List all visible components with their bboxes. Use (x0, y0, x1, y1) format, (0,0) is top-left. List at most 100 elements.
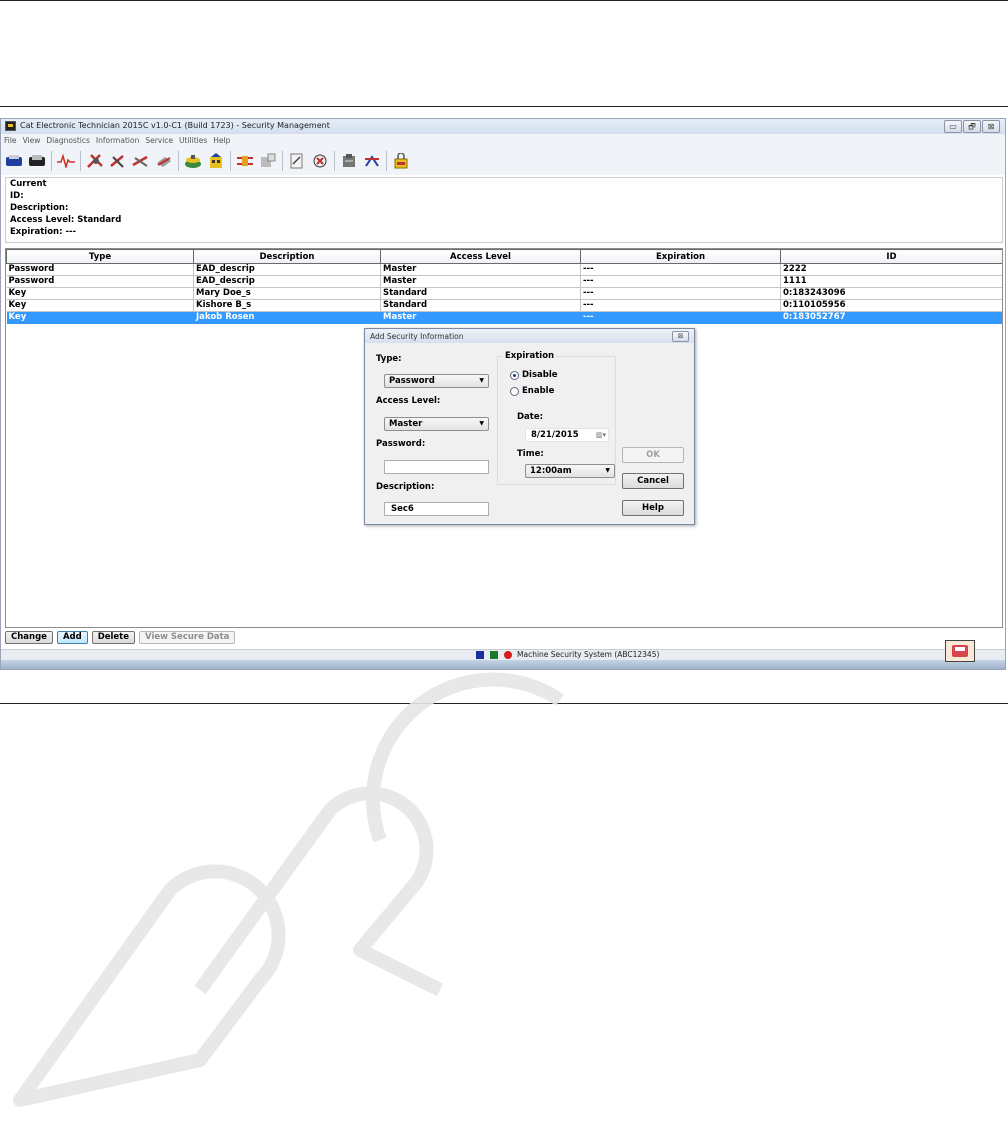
column-header-access-level[interactable]: Access Level (380, 249, 581, 264)
type-select[interactable]: Password ▼ (384, 374, 489, 388)
cell-access-level: Standard (380, 299, 581, 312)
current-expiration: Expiration: --- (10, 227, 77, 237)
menu-diagnostics[interactable]: Diagnostics (46, 136, 90, 145)
current-heading: Current (10, 179, 47, 189)
password-field[interactable] (384, 460, 489, 474)
description-field[interactable]: Sec6 (384, 502, 489, 516)
report-icon[interactable] (288, 152, 306, 170)
cancel-button[interactable]: Cancel (622, 473, 684, 489)
table-row[interactable]: Key Kishore B_s Standard --- 0:110105956 (6, 299, 1002, 312)
table-row-selected[interactable]: Key Jakob Rosen Master --- 0:183052767 (6, 311, 1002, 324)
copy-configuration-icon[interactable] (363, 152, 381, 170)
change-button[interactable]: Change (5, 631, 53, 644)
dialog-close-button[interactable]: ⊠ (672, 331, 689, 342)
column-header-id[interactable]: ID (780, 249, 1002, 264)
cell-description: Jakob Rosen (193, 311, 381, 324)
cell-description: Mary Doe_s (193, 287, 381, 300)
minimize-button[interactable]: ▭ (944, 120, 962, 133)
add-security-dialog: Add Security Information ⊠ Type: Passwor… (364, 328, 695, 525)
menu-help[interactable]: Help (213, 136, 230, 145)
status-green-icon (490, 651, 498, 659)
cell-type: Key (6, 299, 194, 312)
access-level-select[interactable]: Master ▼ (384, 417, 489, 431)
cell-type: Password (6, 263, 194, 276)
restore-button[interactable]: 🗗 (963, 120, 981, 133)
status-blue-icon (476, 651, 484, 659)
status-bar: Machine Security System (ABC12345) (1, 649, 1005, 660)
close-button[interactable]: ⊠ (982, 120, 1000, 133)
save-icon[interactable] (945, 640, 975, 662)
configuration-icon[interactable] (207, 152, 225, 170)
toolbar-separator (51, 151, 52, 171)
service-program-icon[interactable] (259, 152, 277, 170)
event-codes-icon[interactable] (109, 152, 127, 170)
cell-id: 0:183052767 (780, 311, 1002, 324)
cell-expiration: --- (580, 275, 781, 288)
menu-utilities[interactable]: Utilities (179, 136, 207, 145)
top-rule (0, 0, 1008, 1)
table-row[interactable]: Key Mary Doe_s Standard --- 0:183243096 (6, 287, 1002, 300)
disconnect-icon[interactable] (28, 152, 46, 170)
toolbar-separator (230, 151, 231, 171)
help-button[interactable]: Help (622, 500, 684, 516)
enable-radio[interactable]: Enable (510, 386, 554, 396)
description-label: Description: (376, 482, 435, 492)
add-button[interactable]: Add (56, 631, 88, 644)
disable-radio-label: Disable (522, 370, 558, 380)
flash-icon[interactable] (311, 152, 329, 170)
table-header: Type Description Access Level Expiration… (6, 249, 1002, 264)
type-label: Type: (376, 354, 402, 364)
menu-service[interactable]: Service (145, 136, 173, 145)
password-label: Password: (376, 439, 426, 449)
app-window: Cat Electronic Technician 2015C v1.0-C1 … (0, 118, 1006, 670)
column-header-expiration[interactable]: Expiration (580, 249, 781, 264)
dialog-title-bar: Add Security Information ⊠ (365, 329, 694, 343)
waveform-icon[interactable] (57, 152, 75, 170)
upper-rule (0, 106, 1008, 107)
radio-selected-icon (510, 370, 519, 380)
dialog-title: Add Security Information (370, 332, 464, 341)
date-picker[interactable]: 8/21/2015 ▥▾ (525, 428, 609, 442)
disable-radio[interactable]: Disable (510, 370, 558, 380)
menu-information[interactable]: Information (96, 136, 139, 145)
action-buttons: Change Add Delete View Secure Data (5, 631, 239, 644)
connect-icon[interactable] (5, 152, 23, 170)
clear-codes-icon[interactable] (155, 152, 173, 170)
chevron-down-icon: ▼ (479, 377, 484, 384)
status-text: Machine Security System (ABC12345) (517, 650, 660, 659)
security-icon[interactable] (392, 152, 410, 170)
current-id: ID: (10, 191, 24, 201)
current-access-level: Access Level: Standard (10, 215, 122, 225)
toolbar-separator (80, 151, 81, 171)
status-red-icon (504, 651, 512, 659)
calendar-icon[interactable]: ▥▾ (596, 429, 606, 441)
title-bar: Cat Electronic Technician 2015C v1.0-C1 … (1, 119, 1005, 134)
diagnostic-codes-icon[interactable] (86, 152, 104, 170)
time-select[interactable]: 12:00am ▼ (525, 464, 615, 478)
access-level-select-value: Master (389, 419, 423, 429)
cell-description: EAD_descrip (193, 263, 381, 276)
table-row[interactable]: Password EAD_descrip Master --- 1111 (6, 275, 1002, 288)
column-header-description[interactable]: Description (193, 249, 381, 264)
calibrations-icon[interactable] (236, 152, 254, 170)
cell-expiration: --- (580, 299, 781, 312)
cell-type: Key (6, 311, 194, 324)
menu-view[interactable]: View (23, 136, 41, 145)
column-header-type[interactable]: Type (6, 249, 194, 264)
time-select-value: 12:00am (530, 466, 572, 476)
toolbar (1, 147, 1005, 175)
logged-codes-icon[interactable] (132, 152, 150, 170)
winflash-icon[interactable] (340, 152, 358, 170)
menu-file[interactable]: File (4, 136, 17, 145)
expiration-label: Expiration (503, 351, 557, 361)
current-description: Description: (10, 203, 69, 213)
toolbar-separator (178, 151, 179, 171)
table-row[interactable]: Password EAD_descrip Master --- 2222 (6, 263, 1002, 276)
ok-button[interactable]: OK (622, 447, 684, 463)
status-groups-icon[interactable] (184, 152, 202, 170)
window-title: Cat Electronic Technician 2015C v1.0-C1 … (20, 121, 330, 130)
cell-expiration: --- (580, 311, 781, 324)
delete-button[interactable]: Delete (91, 631, 136, 644)
date-label: Date: (517, 412, 544, 422)
view-secure-data-button[interactable]: View Secure Data (139, 631, 236, 644)
